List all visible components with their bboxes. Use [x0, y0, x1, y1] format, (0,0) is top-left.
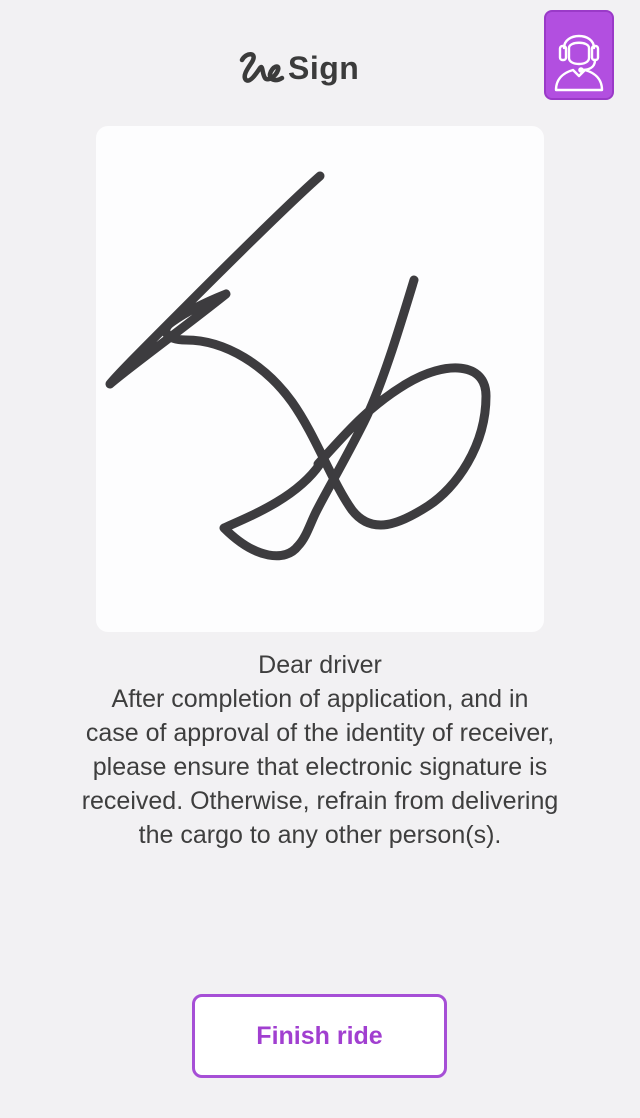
driver-notice: Dear driver After completion of applicat… [30, 648, 610, 852]
finish-ride-button[interactable]: Finish ride [192, 994, 447, 1078]
headset-agent-icon [554, 34, 604, 92]
sign-screen: Sign Dear driver After completion of app… [0, 0, 640, 1118]
notice-line: After completion of application, and in [111, 685, 529, 713]
signature-scribble-icon [239, 52, 285, 83]
notice-greeting: Dear driver [258, 651, 382, 679]
notice-line: the cargo to any other person(s). [138, 821, 502, 849]
support-button[interactable] [544, 10, 614, 100]
notice-line: received. Otherwise, refrain from delive… [81, 787, 559, 815]
app-title: Sign [236, 46, 359, 90]
notice-line: case of approval of the identity of rece… [85, 719, 555, 747]
notice-line: please ensure that electronic signature … [92, 753, 548, 781]
signature-pad[interactable] [96, 126, 544, 632]
signature-stroke [105, 171, 491, 561]
app-title-text: Sign [288, 49, 360, 86]
